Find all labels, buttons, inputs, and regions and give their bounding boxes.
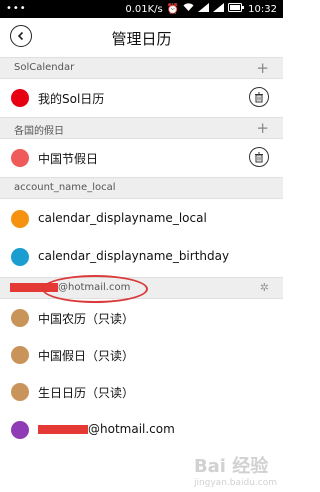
- network-speed: 0.01K/s: [125, 3, 163, 15]
- section-header-solcalendar: SolCalendar +: [0, 57, 283, 79]
- watermark-logo: Bai 经验 jingyan.baidu.com: [194, 452, 277, 488]
- add-holiday-button[interactable]: +: [256, 118, 269, 138]
- section-header-holidays: 各国的假日 +: [0, 117, 283, 139]
- calendar-color-dot: [11, 149, 29, 167]
- redacted-email: [38, 425, 88, 434]
- calendar-row-china-holidays[interactable]: 中国节假日: [0, 139, 283, 177]
- calendar-name: 生日日历（只读）: [38, 386, 135, 400]
- add-calendar-button[interactable]: +: [256, 58, 269, 78]
- calendar-color-dot: [11, 346, 29, 364]
- calendar-name: calendar_displayname_local: [38, 211, 207, 225]
- section-label: 各国的假日: [14, 126, 64, 137]
- gear-icon[interactable]: ✲: [260, 281, 269, 294]
- section-label: account_name_local: [14, 182, 116, 193]
- calendar-color-dot: [11, 248, 29, 266]
- calendar-row-hotmail[interactable]: @hotmail.com: [0, 411, 283, 449]
- trash-icon: [255, 92, 263, 102]
- watermark-text: Bai 经验: [193, 456, 269, 477]
- watermark-sub: jingyan.baidu.com: [193, 478, 277, 488]
- calendar-color-dot: [11, 421, 29, 439]
- notification-dots: •••: [6, 3, 27, 14]
- calendar-color-dot: [11, 383, 29, 401]
- section-label: SolCalendar: [14, 62, 75, 73]
- trash-icon: [255, 152, 263, 162]
- calendar-row-birthday-ro[interactable]: 生日日历（只读）: [0, 373, 283, 411]
- battery-icon: [228, 3, 245, 15]
- calendar-name: calendar_displayname_birthday: [38, 249, 230, 263]
- calendar-name: 我的Sol日历: [38, 92, 105, 106]
- alarm-icon: ⏰: [166, 3, 180, 15]
- calendar-color-dot: [11, 89, 29, 107]
- calendar-color-dot: [11, 210, 29, 228]
- wifi-icon: [183, 3, 194, 15]
- calendar-row-china-hol-ro[interactable]: 中国假日（只读）: [0, 336, 283, 374]
- app-header: 管理日历: [0, 18, 283, 58]
- calendar-row-sol[interactable]: 我的Sol日历: [0, 79, 283, 117]
- calendar-name: 中国节假日: [38, 152, 99, 166]
- signal-icon: [198, 3, 210, 15]
- delete-calendar-button[interactable]: [249, 87, 269, 107]
- calendar-row-lunar[interactable]: 中国农历（只读）: [0, 299, 283, 337]
- page-title: 管理日历: [111, 30, 172, 48]
- calendar-name: 中国农历（只读）: [38, 312, 135, 326]
- calendar-name: @hotmail.com: [38, 422, 175, 436]
- section-header-local: account_name_local: [0, 177, 283, 199]
- email-domain: @hotmail.com: [88, 422, 175, 436]
- clock: 10:32: [248, 3, 277, 15]
- signal-icon-2: [213, 3, 225, 15]
- calendar-row-local[interactable]: calendar_displayname_local: [0, 200, 283, 238]
- calendar-row-birthday[interactable]: calendar_displayname_birthday: [0, 238, 283, 276]
- calendar-color-dot: [11, 309, 29, 327]
- status-bar-right: 0.01K/s ⏰ 10:32: [125, 3, 277, 15]
- status-bar: ••• 0.01K/s ⏰ 10:32: [0, 0, 283, 18]
- calendar-name: 中国假日（只读）: [38, 349, 135, 363]
- delete-calendar-button[interactable]: [249, 147, 269, 167]
